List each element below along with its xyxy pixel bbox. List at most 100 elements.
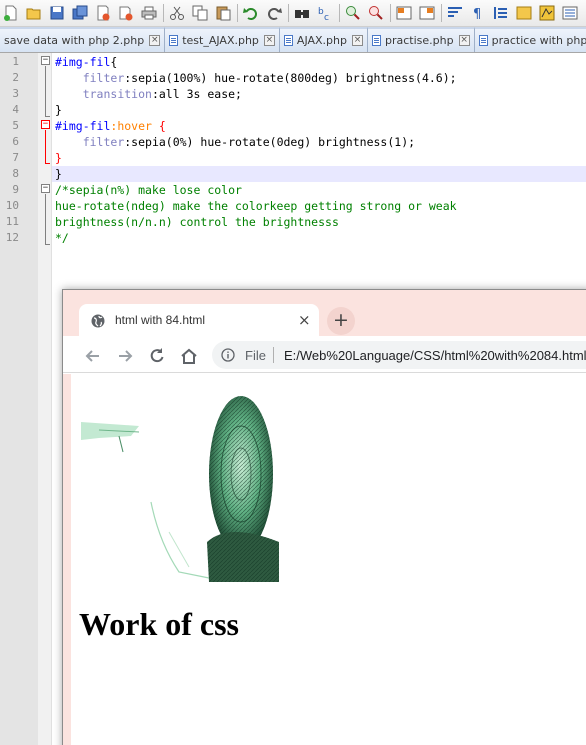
zoom-in-icon[interactable]	[344, 4, 362, 22]
code-text: #img-fil:hover {	[55, 118, 166, 134]
paste-icon[interactable]	[214, 4, 232, 22]
line-number: 11	[5, 215, 19, 228]
toolbar-separator	[441, 4, 442, 22]
sync-horizontal-icon[interactable]	[418, 4, 436, 22]
user-define-language-icon[interactable]	[515, 4, 533, 22]
tab-test-ajax[interactable]: test_AJAX.php ×	[165, 27, 280, 52]
code-token: #img-fil	[55, 119, 111, 133]
print-icon[interactable]	[140, 4, 158, 22]
code-token: hue-rotate(ndeg) make the colorkeep gett…	[55, 199, 457, 213]
fold-end	[45, 163, 50, 164]
tab-label: practice with php.php	[491, 34, 586, 47]
function-list-icon[interactable]	[561, 4, 579, 22]
close-icon[interactable]: ×	[298, 311, 311, 329]
address-bar[interactable]: File E:/Web%20Language/CSS/html%20with%2…	[212, 341, 586, 369]
save-all-icon[interactable]	[71, 4, 89, 22]
back-arrow-icon[interactable]	[83, 346, 103, 366]
code-line[interactable]: 2 filter:sepia(100%) hue-rotate(800deg) …	[0, 70, 586, 86]
word-wrap-icon[interactable]	[446, 4, 464, 22]
new-file-icon[interactable]	[2, 4, 20, 22]
browser-toolbar: File E:/Web%20Language/CSS/html%20with%2…	[63, 338, 586, 373]
tab-label: AJAX.php	[296, 34, 347, 47]
forward-arrow-icon[interactable]	[115, 346, 135, 366]
toolbar-separator	[288, 4, 289, 22]
tab-ajax[interactable]: AJAX.php ×	[279, 27, 368, 52]
toolbar: bc ¶	[0, 0, 586, 27]
php-file-icon	[283, 35, 293, 46]
tab-practise[interactable]: practise.php ×	[368, 27, 475, 52]
code-line[interactable]: 3 transition:all 3s ease;	[0, 86, 586, 102]
tab-close-icon[interactable]: ×	[458, 35, 470, 46]
info-icon[interactable]	[221, 348, 235, 362]
open-file-icon[interactable]	[25, 4, 43, 22]
close-file-icon[interactable]	[94, 4, 112, 22]
new-tab-button[interactable]: +	[327, 307, 355, 335]
code-line[interactable]: 1 #img-fil{	[0, 54, 586, 70]
code-line[interactable]: 11 brightness(n/n.n) control the brightne…	[0, 214, 586, 230]
reload-icon[interactable]	[147, 346, 167, 366]
code-text: }	[55, 166, 62, 182]
svg-text:¶: ¶	[473, 7, 481, 21]
fold-collapse-icon[interactable]: −	[41, 120, 50, 129]
tab-close-icon[interactable]: ×	[149, 35, 161, 46]
tab-practice-with-php[interactable]: practice with php.php ×	[474, 27, 586, 52]
code-line[interactable]: 7}	[0, 150, 586, 166]
toolbar-separator	[163, 4, 164, 22]
code-line[interactable]: 4}	[0, 102, 586, 118]
close-all-icon[interactable]	[117, 4, 135, 22]
undo-icon[interactable]	[242, 4, 260, 22]
sync-vertical-icon[interactable]	[395, 4, 413, 22]
toolbar-separator	[339, 4, 340, 22]
code-token: filter	[82, 71, 125, 85]
code-line[interactable]: 5 #img-fil:hover {	[0, 118, 586, 134]
tab-save-data-with-php-2[interactable]: save data with php 2.php ×	[0, 27, 166, 52]
line-number: 2	[12, 71, 19, 84]
line-number: 12	[5, 231, 19, 244]
tab-close-icon[interactable]: ×	[263, 35, 275, 46]
code-token: */	[55, 231, 69, 245]
browser-window: html with 84.html × + File E:/Web%20Lang…	[62, 289, 586, 745]
line-number: 7	[12, 151, 19, 164]
code-text: filter:sepia(0%) hue-rotate(0deg) bright…	[55, 134, 415, 150]
zoom-out-icon[interactable]	[367, 4, 385, 22]
url-text[interactable]: E:/Web%20Language/CSS/html%20with%2084.h…	[284, 348, 586, 363]
fold-collapse-icon[interactable]: −	[41, 184, 50, 193]
line-number: 3	[12, 87, 19, 100]
fold-line	[45, 194, 46, 244]
doc-map-icon[interactable]	[538, 4, 556, 22]
fold-collapse-icon[interactable]: −	[41, 56, 50, 65]
code-token: :sepia(0%) hue-rotate(0deg) brightness(1…	[124, 135, 416, 149]
line-number: 8	[12, 167, 19, 180]
cut-icon[interactable]	[168, 4, 186, 22]
svg-text:c: c	[324, 13, 329, 21]
fold-line	[45, 66, 46, 116]
code-token: }	[55, 103, 62, 117]
save-icon[interactable]	[48, 4, 66, 22]
code-text: brightness(n/n.n) control the brightness…	[55, 214, 339, 230]
home-icon[interactable]	[179, 346, 199, 366]
file-scheme-label: File	[245, 348, 266, 363]
code-text: */	[55, 230, 69, 246]
copy-icon[interactable]	[191, 4, 209, 22]
filtered-image	[81, 396, 279, 582]
code-token: }	[55, 167, 62, 181]
code-line[interactable]: 12 */	[0, 230, 586, 246]
code-line[interactable]: 6 filter:sepia(0%) hue-rotate(0deg) brig…	[0, 134, 586, 150]
indent-guide-icon[interactable]	[492, 4, 510, 22]
redo-icon[interactable]	[265, 4, 283, 22]
replace-icon[interactable]: bc	[316, 4, 334, 22]
find-icon[interactable]	[293, 4, 311, 22]
code-line[interactable]: 10 hue-rotate(ndeg) make the colorkeep ge…	[0, 198, 586, 214]
code-token: {	[151, 119, 166, 133]
tab-label: practise.php	[385, 34, 454, 47]
show-all-chars-icon[interactable]: ¶	[469, 4, 487, 22]
tab-label: test_AJAX.php	[182, 34, 259, 47]
tab-close-icon[interactable]: ×	[352, 35, 363, 46]
code-line[interactable]: 9 /*sepia(n%) make lose color	[0, 182, 586, 198]
browser-tab-strip: html with 84.html × +	[63, 290, 586, 338]
code-line[interactable]: 8}	[0, 166, 586, 182]
browser-tab[interactable]: html with 84.html ×	[79, 304, 319, 338]
